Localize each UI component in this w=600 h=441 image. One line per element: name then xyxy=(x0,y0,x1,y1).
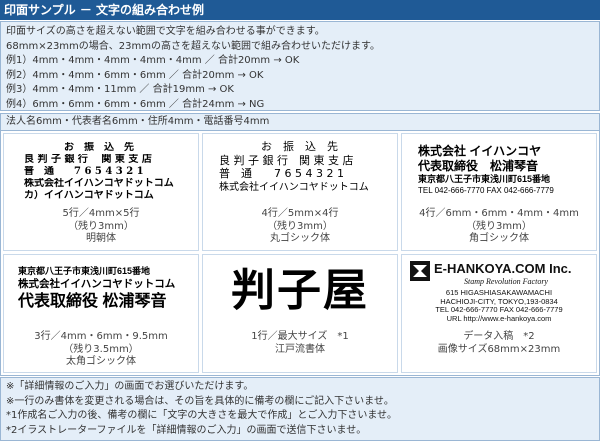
stamp-address: 615 HIGASHIASAKAWAMACHI HACHIOJI-CITY, T… xyxy=(402,289,596,323)
intro-example-1: 例1）4mm・4mm・4mm・4mm・4mm ／ 合計20mm → OK xyxy=(6,55,300,66)
stamp-line: カ）イイハンコヤドットコム xyxy=(24,190,154,201)
sample-caption: 1行／最大サイズ *1 江戸流書体 xyxy=(203,331,397,356)
note-line: ※「詳細情報のご入力」の画面でお選びいただけます。 xyxy=(6,381,254,392)
sample-cell-futo-kaku-gothic: 東京都八王子市東浅川町615番地 株式会社イイハンコヤドットコム 代表取締役 松… xyxy=(3,254,199,373)
caption-line: 丸ゴシック体 xyxy=(270,233,330,244)
stamp-line: 株式会社イイハンコヤドットコム xyxy=(24,178,174,189)
stamp-line: 株式会社イイハンコヤドットコム xyxy=(18,278,176,290)
note-line: ※一行のみ書体を変更される場合は、その旨を具体的に備考の欄にご記入下さいませ。 xyxy=(6,395,394,407)
stamp-preview: お 振 込 先 良 判 子 銀 行 関 東 支 店 普 通 7 6 5 4 3 … xyxy=(4,142,198,202)
stamp-line: 代表取締役 松浦琴音 xyxy=(418,159,539,173)
intro-line: 68mm×23mmの場合、23mmの高さを超えない範囲で組み合わせいただけます。 xyxy=(6,40,380,52)
intro-example-2: 例2）4mm・4mm・6mm・6mm ／ 合計20mm → OK xyxy=(6,69,264,81)
note-line: *2イラストレーターファイルを「詳細情報のご入力」の画面で送信下さいませ。 xyxy=(6,424,367,436)
caption-line: 明朝体 xyxy=(86,233,116,244)
page-title: 印面サンプル － 文字の組み合わせ例 xyxy=(0,0,600,20)
caption-line: 太角ゴシック体 xyxy=(66,356,136,367)
caption-line: （残り3mm） xyxy=(466,220,532,232)
caption-line: （残り3mm） xyxy=(68,220,134,232)
caption-line: （残り3mm） xyxy=(267,220,333,232)
sample-caption: 4行／5mm×4行 （残り3mm） 丸ゴシック体 xyxy=(203,208,397,246)
stamp-line: HACHIOJI-CITY, TOKYO,193-0834 xyxy=(440,297,558,306)
stamp-line: 普 通 7 6 5 4 3 2 1 xyxy=(24,166,144,177)
sample-grid: お 振 込 先 良 判 子 銀 行 関 東 支 店 普 通 7 6 5 4 3 … xyxy=(0,131,600,376)
stamp-line: TEL 042-666-7770 FAX 042-666-7779 xyxy=(435,306,563,314)
intro-line: 印面サイズの高さを超えない範囲で文字を組み合わせる事ができます。 xyxy=(6,26,325,37)
caption-line: 1行／最大サイズ *1 xyxy=(251,331,349,342)
stamp-preview: 東京都八王子市東浅川町615番地 株式会社イイハンコヤドットコム 代表取締役 松… xyxy=(4,265,198,312)
caption-line: 江戸流書体 xyxy=(275,343,325,355)
intro-example-4: 例4）6mm・6mm・6mm・6mm ／ 合計24mm → NG xyxy=(6,98,265,110)
stamp-line: Stamp Revolution Factory xyxy=(464,277,548,286)
caption-line: 4行／6mm・6mm・4mm・4mm xyxy=(419,208,579,219)
note-line: *1作成名ご入力の後、備考の欄に「文字の大きさを最大で作成」とご入力下さいませ。 xyxy=(6,410,398,421)
stamp-line: お 振 込 先 xyxy=(261,140,338,153)
sample-caption: 4行／6mm・6mm・4mm・4mm （残り3mm） 角ゴシック体 xyxy=(402,208,596,246)
sample-cell-mincho: お 振 込 先 良 判 子 銀 行 関 東 支 店 普 通 7 6 5 4 3 … xyxy=(3,133,199,251)
caption-line: 4行／5mm×4行 xyxy=(261,208,339,219)
stamp-line: URL http://www.e-hankoya.com xyxy=(446,314,552,323)
caption-line: 角ゴシック体 xyxy=(469,233,529,244)
caption-line: （残り3.5mm） xyxy=(63,343,139,355)
caption-line: 5行／4mm×5行 xyxy=(62,208,140,219)
company-logo-icon xyxy=(410,261,430,281)
intro-panel: 印面サイズの高さを超えない範囲で文字を組み合わせる事ができます。 68mm×23… xyxy=(0,21,600,111)
stamp-preview: 判子屋 xyxy=(203,265,397,317)
sample-cell-edo: 判子屋 1行／最大サイズ *1 江戸流書体 xyxy=(202,254,398,373)
stamp-preview: お 振 込 先 良 判 子 銀 行 関 東 支 店 普 通 7 6 5 4 3 … xyxy=(203,140,397,194)
stamp-line: E-HANKOYA.COM Inc. xyxy=(434,261,572,276)
stamp-line: 615 HIGASHIASAKAWAMACHI xyxy=(445,289,553,297)
caption-line: データ入稿 *2 xyxy=(463,331,535,342)
notes-panel: ※「詳細情報のご入力」の画面でお選びいただけます。 ※一行のみ書体を変更される場… xyxy=(0,377,600,441)
stamp-line: 良 判 子 銀 行 関 東 支 店 xyxy=(24,154,152,165)
caption-line: 3行／4mm・6mm・9.5mm xyxy=(34,331,168,342)
sample-cell-kaku-gothic: 株式会社 イイハンコヤ 代表取締役 松浦琴音 東京都八王子市東浅川町615番地 … xyxy=(401,133,597,251)
sample-caption: データ入稿 *2 画像サイズ68mm×23mm xyxy=(402,331,596,356)
stamp-line: 代表取締役 松浦琴音 xyxy=(18,293,167,310)
sample-caption: 3行／4mm・6mm・9.5mm （残り3.5mm） 太角ゴシック体 xyxy=(4,331,198,369)
stamp-line: TEL 042-666-7770 FAX 042-666-7779 xyxy=(418,186,554,195)
stamp-line: 東京都八王子市東浅川町615番地 xyxy=(418,174,551,184)
stamp-line: 株式会社イイハンコヤドットコム xyxy=(219,181,369,193)
stamp-line: 判子屋 xyxy=(231,265,369,316)
stamp-line: 株式会社 イイハンコヤ xyxy=(418,144,542,158)
stamp-preview: E-HANKOYA.COM Inc. Stamp Revolution Fact… xyxy=(434,261,596,287)
sample-caption: 5行／4mm×5行 （残り3mm） 明朝体 xyxy=(4,208,198,246)
sample-cell-maru-gothic: お 振 込 先 良 判 子 銀 行 関 東 支 店 普 通 7 6 5 4 3 … xyxy=(202,133,398,251)
stamp-line: 東京都八王子市東浅川町615番地 xyxy=(18,266,151,276)
caption-line: 画像サイズ68mm×23mm xyxy=(437,343,561,355)
stamp-line: 良 判 子 銀 行 関 東 支 店 xyxy=(219,153,354,167)
stamp-line: お 振 込 先 xyxy=(64,142,134,153)
stamp-preview: 株式会社 イイハンコヤ 代表取締役 松浦琴音 東京都八王子市東浅川町615番地 … xyxy=(402,144,596,196)
intro-example-3: 例3）4mm・4mm・11mm ／ 合計19mm → OK xyxy=(6,84,234,95)
sample-cell-data-upload: E-HANKOYA.COM Inc. Stamp Revolution Fact… xyxy=(401,254,597,373)
stamp-line: 普 通 7 6 5 4 3 2 1 xyxy=(219,167,344,180)
corporate-size-line: 法人名6mm・代表者名6mm・住所4mm・電話番号4mm xyxy=(0,113,600,131)
